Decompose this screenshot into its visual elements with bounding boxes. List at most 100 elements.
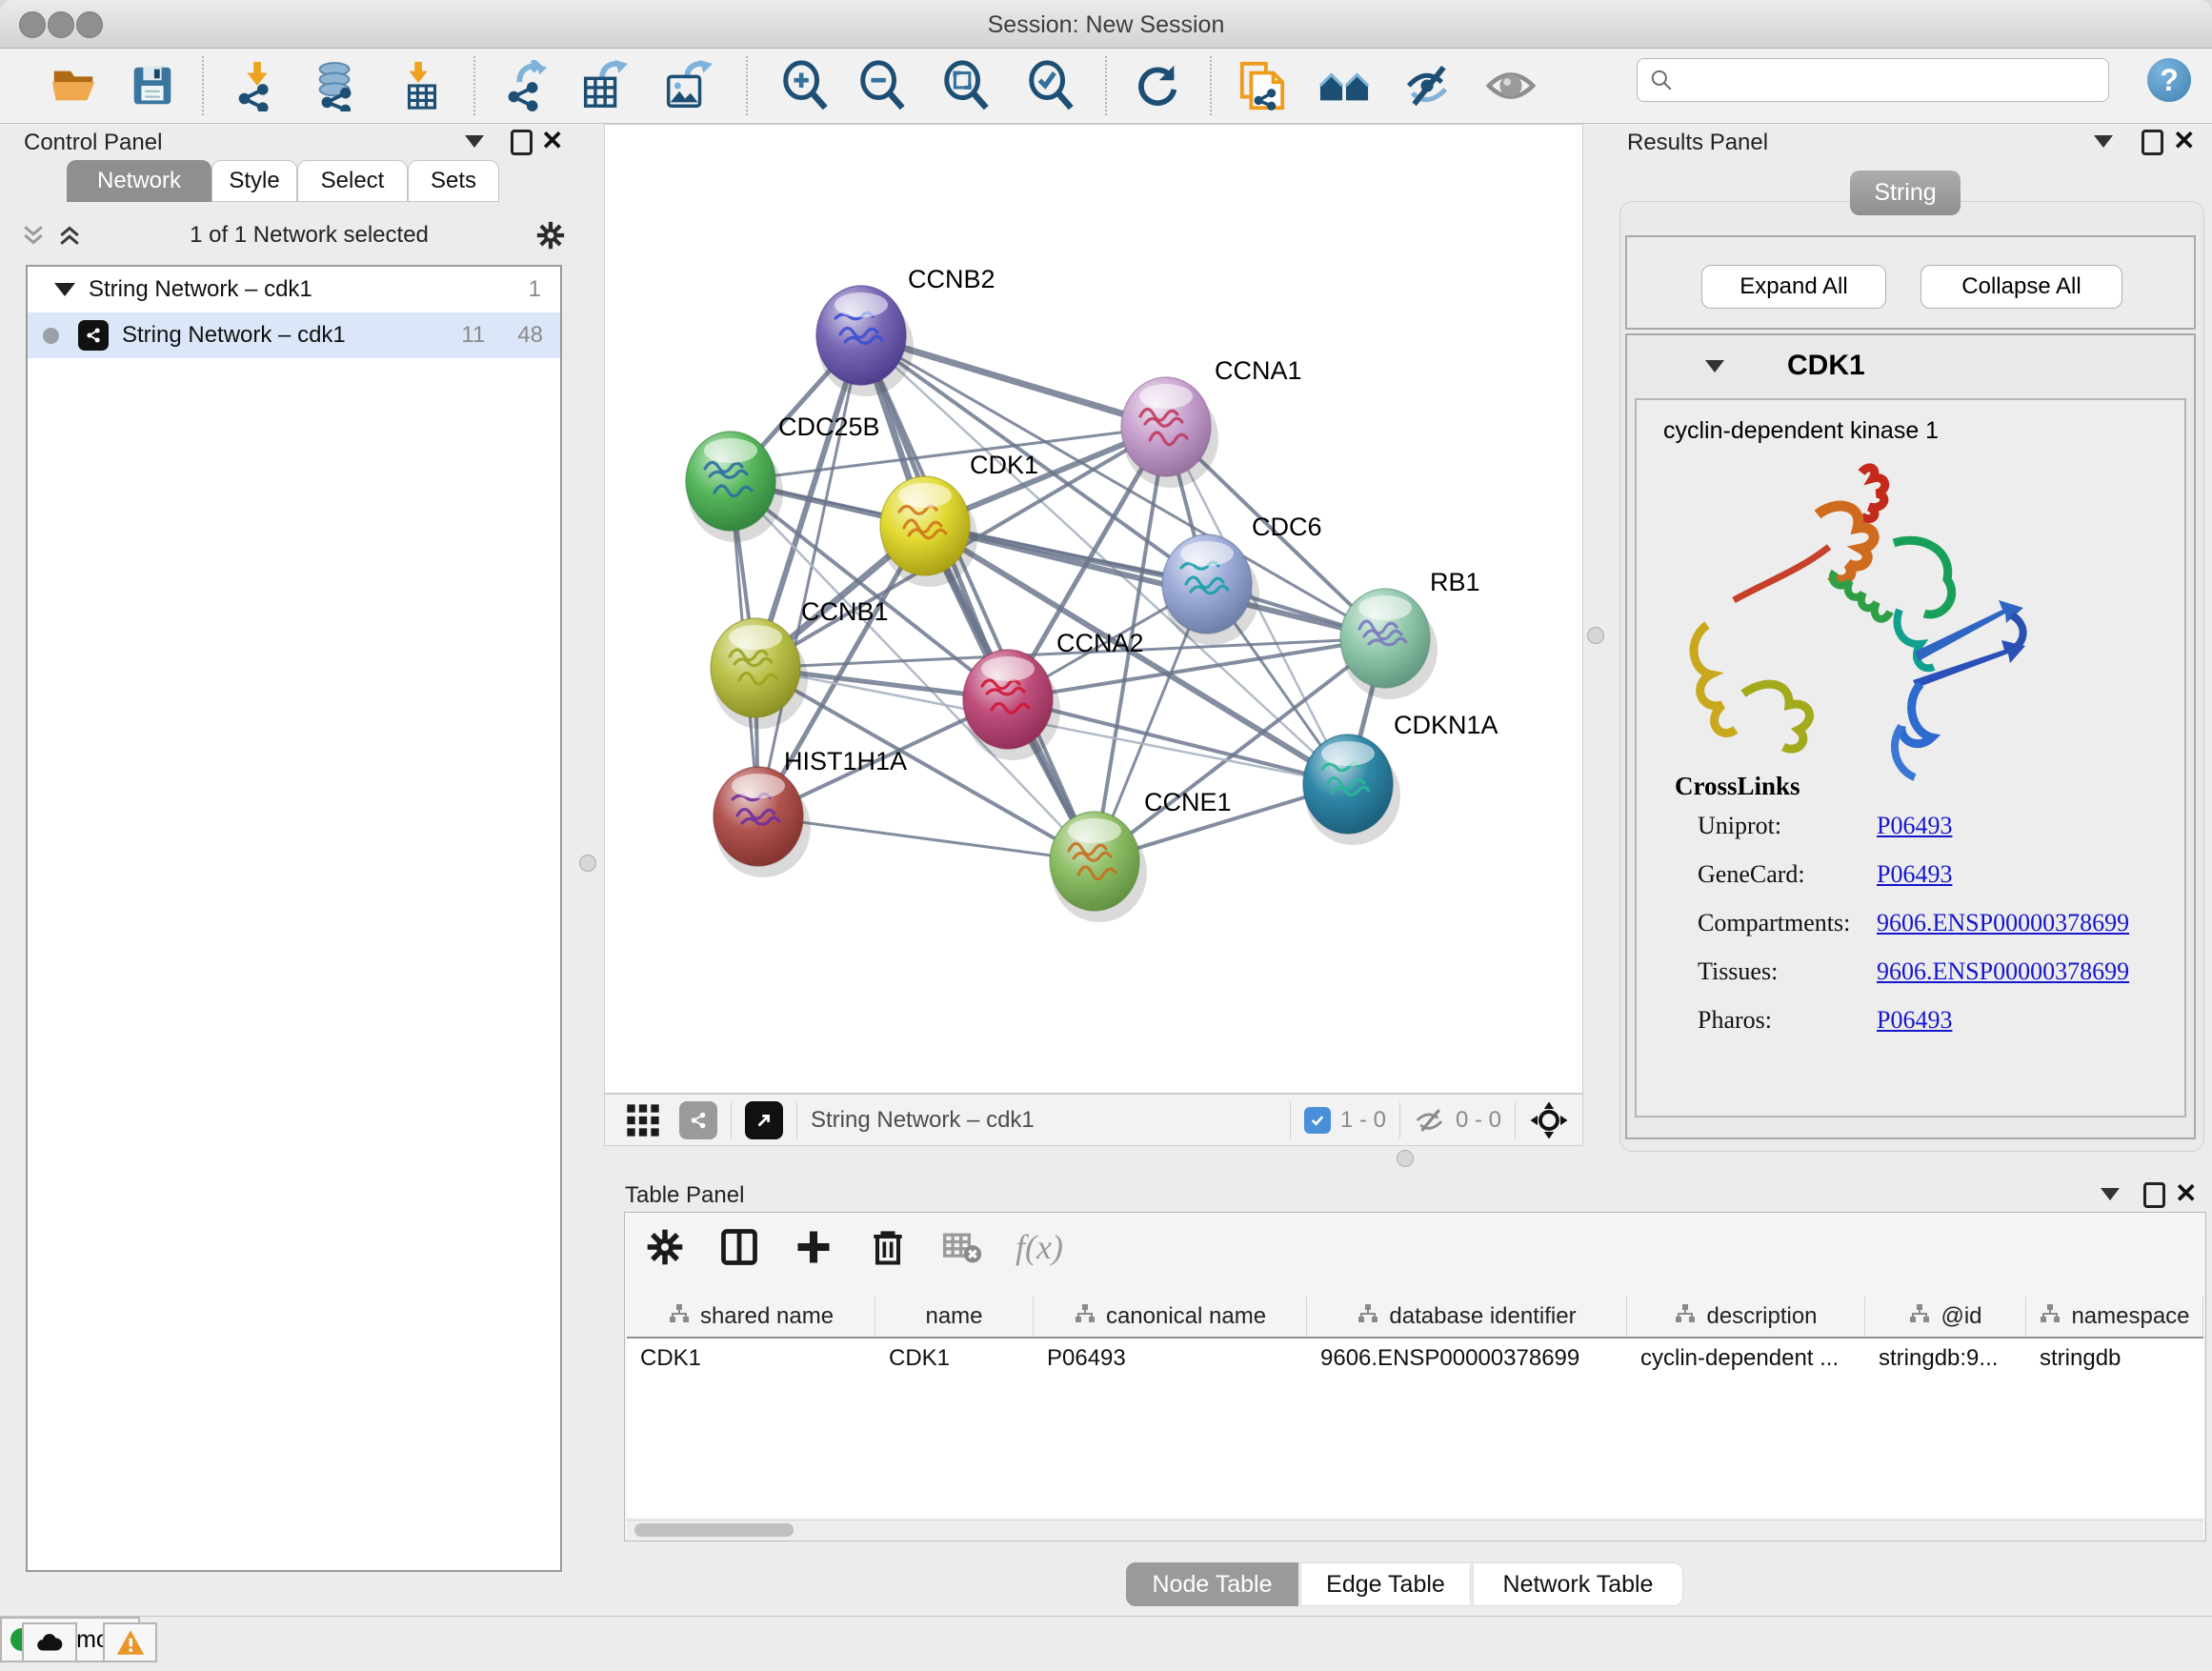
tab-string[interactable]: String [1850, 171, 1961, 215]
table-horizontal-scrollbar[interactable] [627, 1520, 2203, 1540]
bottom-splitter-handle[interactable] [1397, 1150, 1414, 1167]
table-panel-float-icon[interactable] [2143, 1182, 2165, 1208]
network-node-HIST1H1A[interactable]: HIST1H1A [714, 747, 907, 877]
table-panel-menu-icon[interactable] [2101, 1188, 2120, 1200]
results-panel-close-icon[interactable]: ✕ [2173, 131, 2195, 151]
network-graph[interactable]: CCNB2CCNA1CDC25BCDK1CDC6RB1CCNB1CCNA2CDK… [605, 125, 1582, 1093]
crosslink-value-link[interactable]: 9606.ENSP00000378699 [1877, 957, 2129, 986]
network-row[interactable]: String Network – cdk1 11 48 [28, 312, 560, 358]
export-image-icon[interactable] [661, 60, 713, 111]
table-cell[interactable]: CDK1 [627, 1339, 875, 1379]
cloud-button[interactable] [22, 1622, 77, 1662]
node-label-CDK1: CDK1 [970, 451, 1038, 479]
hide-selected-icon[interactable] [1403, 60, 1455, 111]
table-cell[interactable]: stringdb [2026, 1339, 2203, 1379]
network-canvas[interactable]: CCNB2CCNA1CDC25BCDK1CDC6RB1CCNB1CCNA2CDK… [604, 124, 1583, 1094]
table-row[interactable]: CDK1CDK1P064939606.ENSP00000378699cyclin… [627, 1339, 2203, 1379]
export-table-icon[interactable] [578, 60, 630, 111]
search-bar[interactable] [1637, 58, 2109, 102]
results-panel-menu-icon[interactable] [2094, 135, 2113, 148]
function-builder-icon[interactable]: f(x) [1016, 1227, 1063, 1267]
zoom-fit-icon[interactable] [940, 60, 992, 111]
table-gear-icon[interactable] [644, 1226, 686, 1268]
results-entry-header[interactable]: CDK1 [1627, 335, 2194, 396]
results-entry-detail: cyclin-dependent kinase 1 CrossLinks Uni… [1635, 398, 2186, 1117]
control-panel-float-icon[interactable] [511, 130, 533, 155]
crosslink-value-link[interactable]: P06493 [1877, 1006, 1952, 1035]
crosslink-value-link[interactable]: 9606.ENSP00000378699 [1877, 909, 2129, 937]
collapse-all-button[interactable]: Collapse All [1920, 265, 2122, 309]
string-network-icon [78, 320, 109, 351]
duplicate-network-icon[interactable] [1237, 60, 1288, 111]
show-all-icon[interactable] [1485, 60, 1537, 111]
network-node-CDKN1A[interactable]: CDKN1A [1303, 711, 1498, 845]
control-panel-close-icon[interactable]: ✕ [541, 131, 563, 151]
help-button[interactable]: ? [2147, 58, 2191, 102]
search-input[interactable] [1674, 67, 2078, 93]
table-panel-close-icon[interactable]: ✕ [2175, 1184, 2197, 1203]
table-cell[interactable]: 9606.ENSP00000378699 [1307, 1339, 1627, 1379]
warning-button[interactable] [103, 1622, 157, 1662]
column-header[interactable]: database identifier [1307, 1297, 1627, 1337]
tab-style[interactable]: Style [211, 160, 297, 202]
delete-column-icon[interactable] [867, 1226, 909, 1268]
right-splitter-handle[interactable] [1587, 627, 1604, 644]
scrollbar-thumb[interactable] [634, 1523, 794, 1537]
control-panel-menu-icon[interactable] [465, 135, 484, 148]
tab-sets[interactable]: Sets [408, 160, 499, 202]
selected-checkbox-icon[interactable] [1304, 1107, 1331, 1134]
network-share-view-icon[interactable] [679, 1101, 717, 1139]
column-header[interactable]: name [875, 1297, 1034, 1337]
expand-all-icon[interactable] [55, 221, 84, 250]
table-cell[interactable]: stringdb:9... [1865, 1339, 2026, 1379]
import-table-icon[interactable] [396, 60, 448, 111]
import-network-icon[interactable] [231, 60, 283, 111]
tab-node-table[interactable]: Node Table [1126, 1562, 1298, 1606]
node-table[interactable]: shared namenamecanonical namedatabase id… [627, 1297, 2203, 1518]
network-node-CCNE1[interactable]: CCNE1 [1050, 788, 1232, 922]
table-cell[interactable]: P06493 [1034, 1339, 1307, 1379]
tab-network-table[interactable]: Network Table [1473, 1562, 1683, 1606]
show-columns-icon[interactable] [718, 1226, 760, 1268]
table-cell[interactable]: CDK1 [875, 1339, 1034, 1379]
column-header[interactable]: shared name [627, 1297, 875, 1337]
column-header[interactable]: @id [1865, 1297, 2026, 1337]
network-node-RB1[interactable]: RB1 [1340, 568, 1480, 699]
expand-all-button[interactable]: Expand All [1701, 265, 1886, 309]
network-collection-row[interactable]: String Network – cdk1 1 [28, 267, 560, 312]
birdseye-icon[interactable] [1529, 1100, 1569, 1140]
grid-view-icon[interactable] [624, 1101, 662, 1139]
export-network-icon[interactable] [499, 60, 551, 111]
table-panel-title: Table Panel [625, 1182, 744, 1209]
table-cell[interactable]: cyclin-dependent ... [1627, 1339, 1865, 1379]
zoom-in-icon[interactable] [779, 60, 831, 111]
houses-icon[interactable] [1318, 60, 1370, 111]
tab-select[interactable]: Select [297, 160, 408, 202]
crosslink-value-link[interactable]: P06493 [1877, 860, 1952, 889]
column-header[interactable]: description [1627, 1297, 1865, 1337]
network-view-toolbar: String Network – cdk1 1 - 0 0 - 0 [604, 1094, 1583, 1146]
collection-expand-icon[interactable] [54, 283, 75, 296]
zoom-out-icon[interactable] [856, 60, 908, 111]
refresh-icon[interactable] [1132, 60, 1183, 111]
left-splitter-handle[interactable] [579, 855, 596, 872]
hidden-eye-icon[interactable] [1414, 1104, 1446, 1137]
gear-icon[interactable] [534, 219, 567, 252]
delete-table-icon[interactable] [941, 1226, 983, 1268]
collapse-all-icon[interactable] [19, 221, 48, 250]
column-header[interactable]: canonical name [1034, 1297, 1307, 1337]
network-node-CDC6[interactable]: CDC6 [1162, 513, 1322, 645]
crosslink-value-link[interactable]: P06493 [1877, 812, 1952, 840]
open-session-icon[interactable] [49, 60, 100, 111]
zoom-selected-icon[interactable] [1025, 60, 1076, 111]
tab-network[interactable]: Network [67, 160, 211, 202]
column-header[interactable]: namespace [2026, 1297, 2203, 1337]
results-panel-float-icon[interactable] [2142, 130, 2163, 155]
import-database-icon[interactable] [311, 60, 362, 111]
network-node-CCNA1[interactable]: CCNA1 [1121, 356, 1302, 488]
entry-collapse-icon[interactable] [1705, 360, 1724, 372]
tab-edge-table[interactable]: Edge Table [1300, 1562, 1471, 1606]
add-column-icon[interactable] [793, 1226, 835, 1268]
open-in-window-icon[interactable] [745, 1101, 783, 1139]
save-session-icon[interactable] [127, 60, 178, 111]
